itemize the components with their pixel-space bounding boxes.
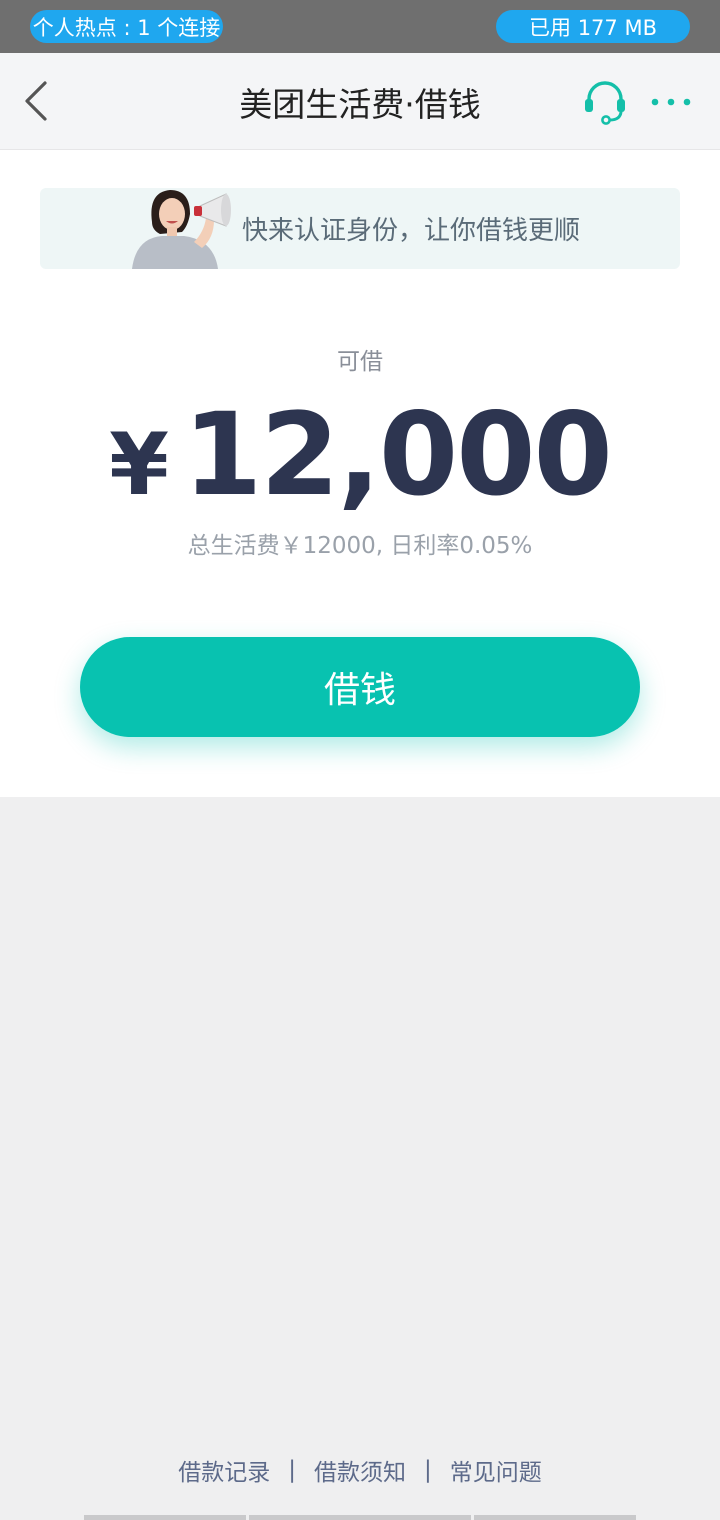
borrow-button-label: 借钱	[323, 670, 396, 711]
headset-icon	[585, 81, 625, 125]
hotspot-status-text: 个人热点 : 1 个连接	[32, 15, 221, 40]
data-usage-pill: 已用 177 MB	[496, 10, 690, 43]
chevron-left-icon	[25, 81, 47, 121]
data-usage-text: 已用 177 MB	[529, 15, 657, 40]
bottom-bar-segment	[474, 1515, 636, 1520]
amount-value: 12,000	[182, 388, 613, 521]
bottom-edge-bars	[0, 1515, 720, 1520]
footer-link-faq[interactable]: 常见问题	[450, 1453, 542, 1487]
bottom-bar-segment	[84, 1515, 246, 1520]
footer-separator: |	[424, 1457, 432, 1483]
more-button[interactable]	[648, 89, 694, 115]
available-label: 可借	[337, 349, 383, 375]
amount-description: 总生活费￥12000, 日利率0.05%	[187, 533, 533, 559]
customer-service-button[interactable]	[580, 77, 630, 127]
loan-card: 快来认证身份，让你借钱更顺 可借 ¥ 12,000 总生活费￥12000, 日利…	[0, 150, 720, 797]
footer-link-loan-records[interactable]: 借款记录	[178, 1453, 270, 1487]
footer-links: 借款记录 | 借款须知 | 常见问题	[0, 1450, 720, 1490]
app-header: 美团生活费·借钱	[0, 53, 720, 150]
status-bar: 个人热点 : 1 个连接 已用 177 MB	[0, 0, 720, 53]
footer-link-loan-notice[interactable]: 借款须知	[314, 1453, 406, 1487]
bottom-bar-segment	[249, 1515, 471, 1520]
currency-symbol: ¥	[109, 415, 169, 515]
borrow-button[interactable]: 借钱	[80, 637, 640, 737]
available-amount: ¥ 12,000	[0, 388, 720, 521]
back-button[interactable]	[18, 77, 58, 127]
footer-separator: |	[288, 1457, 296, 1483]
hotspot-status-pill: 个人热点 : 1 个连接	[30, 10, 223, 43]
banner-text: 快来认证身份，让你借钱更顺	[242, 216, 581, 246]
more-dots-icon	[651, 98, 691, 106]
woman-megaphone-illustration	[132, 190, 231, 269]
identity-verification-banner[interactable]: 快来认证身份，让你借钱更顺	[40, 188, 680, 269]
